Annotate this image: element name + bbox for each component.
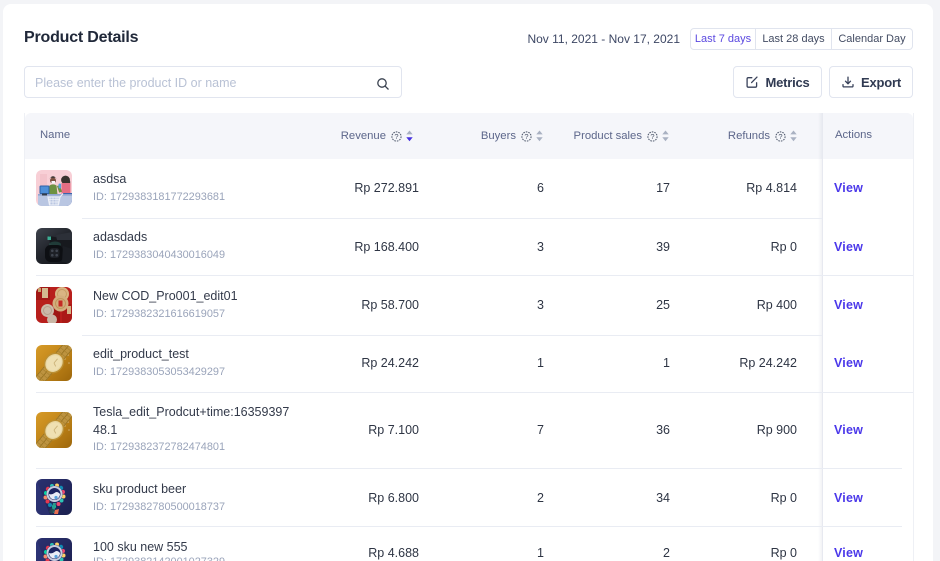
svg-text:?: ?: [394, 132, 398, 141]
svg-text:?: ?: [524, 132, 528, 141]
svg-text:?: ?: [778, 132, 782, 141]
svg-text:?: ?: [650, 132, 654, 141]
